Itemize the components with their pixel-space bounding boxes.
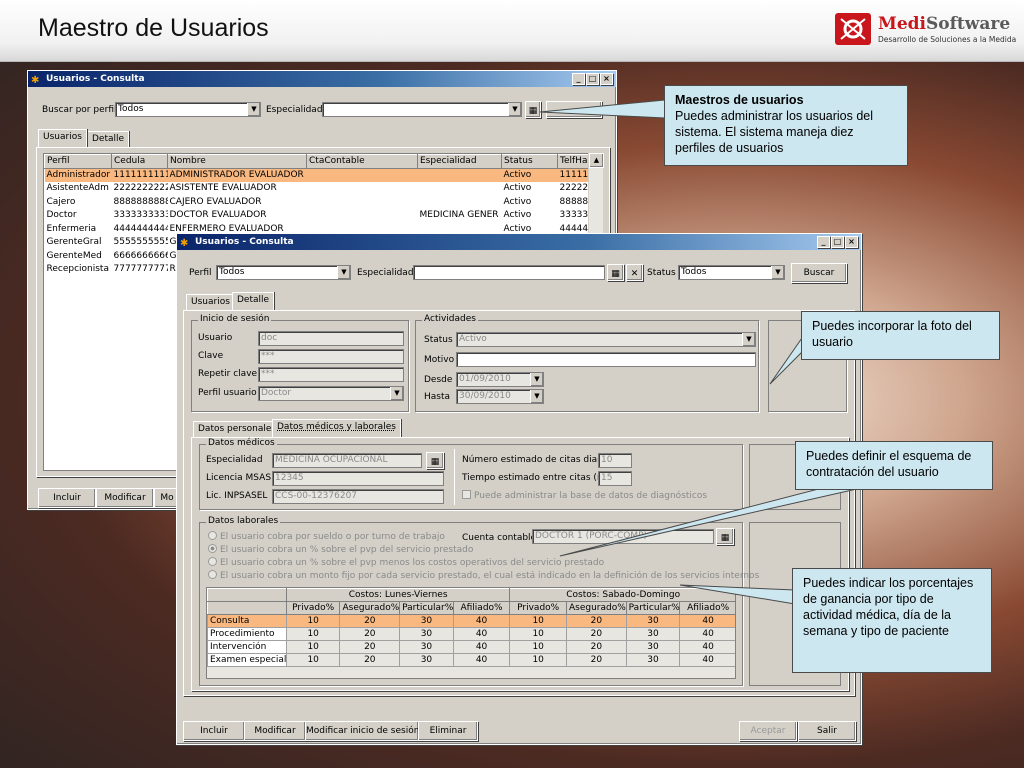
callout-porcentajes: Puedes indicar los porcentajes de gananc… xyxy=(792,568,992,673)
callout-maestros-body: Puedes administrar los usuarios del sist… xyxy=(675,109,874,155)
callout-foto: Puedes incorporar la foto del usuario xyxy=(801,311,1000,360)
callout-maestros: Maestros de usuarios Puedes administrar … xyxy=(664,85,908,166)
subtab-datos-medicos[interactable]: Datos médicos y laborales xyxy=(272,419,401,437)
callout-maestros-title: Maestros de usuarios xyxy=(675,93,804,107)
pointer-2 xyxy=(769,336,803,385)
pointer-1 xyxy=(539,99,666,119)
pointer-4 xyxy=(679,584,796,605)
tab-detalle[interactable]: Detalle xyxy=(232,292,275,310)
callout-contratacion: Puedes definir el esquema de contratació… xyxy=(795,441,993,490)
tab-usuarios[interactable]: Usuarios xyxy=(38,129,87,147)
pointer-3 xyxy=(559,485,871,557)
